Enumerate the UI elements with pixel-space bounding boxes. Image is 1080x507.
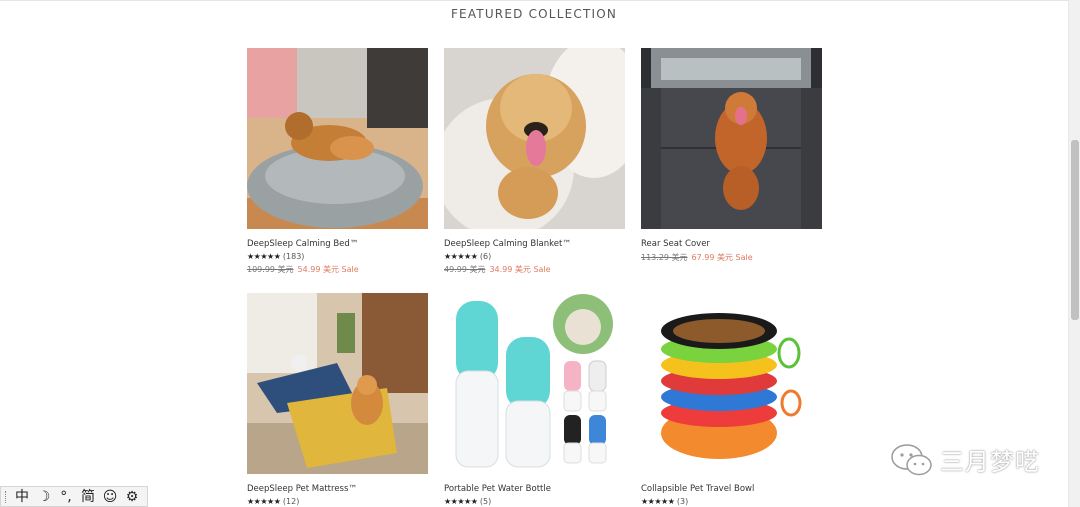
product-name[interactable]: DeepSleep Calming Bed™ <box>247 239 428 249</box>
review-count: (12) <box>282 497 300 506</box>
original-price: 113.29 美元 <box>641 253 688 262</box>
watermark-text: 三月梦呓 <box>940 448 1040 476</box>
original-price: 49.99 美元 <box>444 265 486 274</box>
product-image-dog-on-car-seat-cover[interactable] <box>641 48 822 229</box>
product-rating: ★★★★★ (5) <box>444 497 625 506</box>
product-card[interactable]: DeepSleep Calming Blanket™ ★★★★★ (6) 49.… <box>444 48 625 275</box>
storefront-page: FEATURED COLLECTION DeepSleep Calming Be… <box>0 0 1068 507</box>
review-count: (5) <box>479 497 492 506</box>
review-count: (183) <box>282 252 305 261</box>
moon-icon[interactable]: ☽ <box>35 488 53 506</box>
wechat-icon <box>891 443 932 475</box>
product-image-dog-on-round-bed[interactable] <box>247 48 428 229</box>
product-image-dog-on-mattress[interactable] <box>247 293 428 474</box>
star-rating-icon: ★★★★★ <box>247 252 281 261</box>
sale-price: 54.99 美元 Sale <box>297 265 359 274</box>
product-price: 49.99 美元 34.99 美元 Sale <box>444 264 625 275</box>
product-name[interactable]: Portable Pet Water Bottle <box>444 484 625 494</box>
product-image-dog-in-fluffy-blanket[interactable] <box>444 48 625 229</box>
product-name[interactable]: DeepSleep Calming Blanket™ <box>444 239 625 249</box>
simplified-chinese-icon[interactable]: 简 <box>79 488 97 506</box>
product-rating: ★★★★★ (183) <box>247 252 428 261</box>
product-card[interactable]: Collapsible Pet Travel Bowl ★★★★★ (3) <box>641 293 822 506</box>
top-divider <box>0 0 1068 1</box>
review-count: (6) <box>479 252 492 261</box>
product-price: 113.29 美元 67.99 美元 Sale <box>641 252 822 263</box>
language-toggle-icon[interactable]: 中 <box>13 488 31 506</box>
review-count: (3) <box>676 497 689 506</box>
product-image-stacked-bowls[interactable] <box>641 293 822 474</box>
star-rating-icon: ★★★★★ <box>641 497 675 506</box>
section-title: FEATURED COLLECTION <box>450 7 618 21</box>
product-name[interactable]: DeepSleep Pet Mattress™ <box>247 484 428 494</box>
product-rating: ★★★★★ (6) <box>444 252 625 261</box>
star-rating-icon: ★★★★★ <box>444 252 478 261</box>
sale-price: 34.99 美元 Sale <box>489 265 551 274</box>
product-name[interactable]: Rear Seat Cover <box>641 239 822 249</box>
watermark: 三月梦呓 <box>890 442 1040 477</box>
product-price: 109.99 美元 54.99 美元 Sale <box>247 264 428 275</box>
product-card[interactable]: Rear Seat Cover 113.29 美元 67.99 美元 Sale <box>641 48 822 263</box>
ime-toolbar: 中 ☽ °, 简 ☺ ⚙ <box>0 486 148 507</box>
original-price: 109.99 美元 <box>247 265 294 274</box>
settings-gear-icon[interactable]: ⚙ <box>123 488 141 506</box>
emoji-icon[interactable]: ☺ <box>101 488 119 506</box>
vertical-scrollbar[interactable] <box>1068 0 1080 507</box>
punctuation-icon[interactable]: °, <box>57 488 75 506</box>
sale-price: 67.99 美元 Sale <box>691 253 753 262</box>
product-image-water-bottles[interactable] <box>444 293 625 474</box>
star-rating-icon: ★★★★★ <box>444 497 478 506</box>
star-rating-icon: ★★★★★ <box>247 497 281 506</box>
product-card[interactable]: Portable Pet Water Bottle ★★★★★ (5) <box>444 293 625 506</box>
product-name[interactable]: Collapsible Pet Travel Bowl <box>641 484 822 494</box>
product-rating: ★★★★★ (12) <box>247 497 428 506</box>
product-rating: ★★★★★ (3) <box>641 497 822 506</box>
product-card[interactable]: DeepSleep Calming Bed™ ★★★★★ (183) 109.9… <box>247 48 428 275</box>
product-card[interactable]: DeepSleep Pet Mattress™ ★★★★★ (12) <box>247 293 428 506</box>
scrollbar-thumb[interactable] <box>1071 140 1079 320</box>
toolbar-grip[interactable] <box>5 490 7 503</box>
